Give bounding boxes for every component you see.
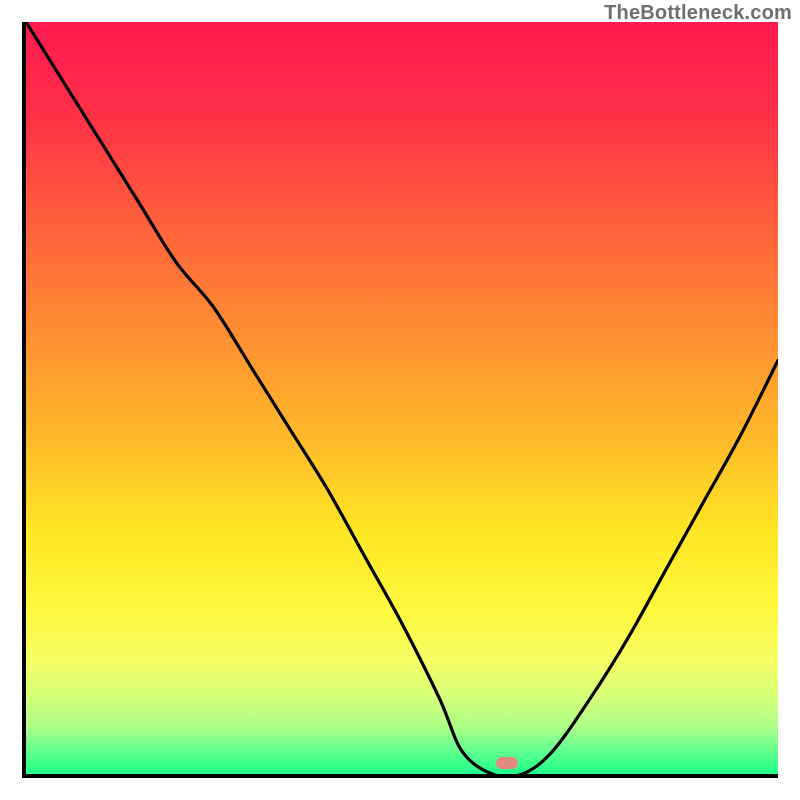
bottleneck-chart: TheBottleneck.com xyxy=(0,0,800,800)
optimal-marker xyxy=(496,757,518,769)
plot-area xyxy=(22,22,778,778)
bottleneck-curve xyxy=(26,22,778,774)
